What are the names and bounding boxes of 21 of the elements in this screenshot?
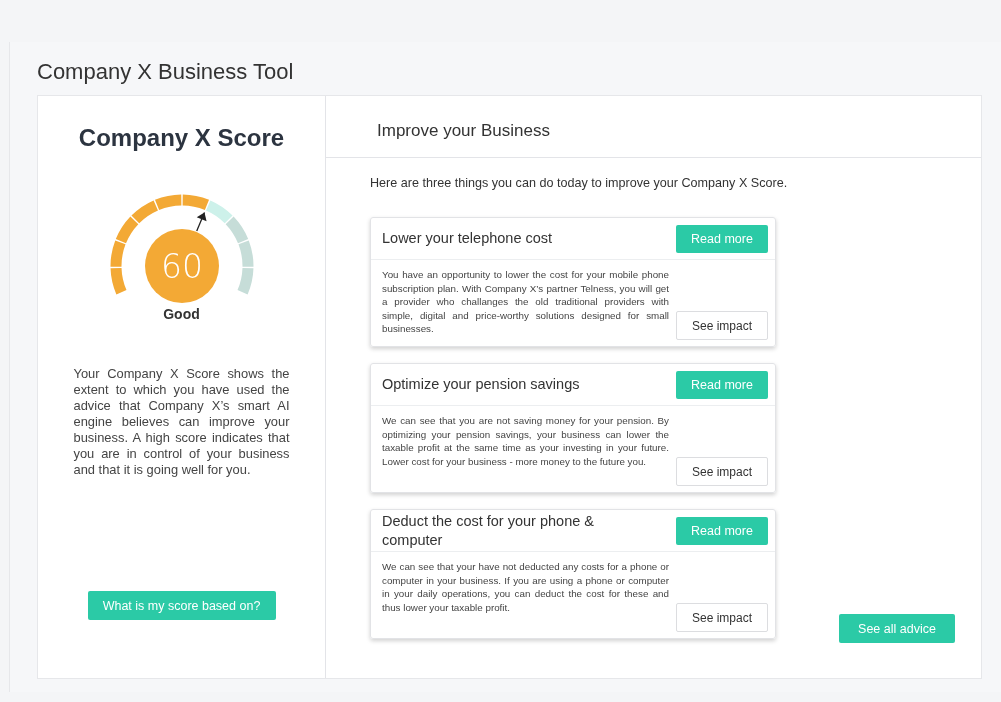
read-more-button[interactable]: Read more (676, 224, 768, 253)
read-more-button[interactable]: Read more (676, 516, 768, 545)
score-title: Company X Score (78, 124, 285, 152)
see-all-advice-button[interactable]: See all advice (839, 614, 955, 643)
see-impact-button[interactable]: See impact (676, 457, 768, 486)
advice-title: Lower your telephone cost (382, 229, 554, 248)
advice-text: You have an opportunity to lower the cost for your mobile phone subscription plan. With Company X’s partner Telness, you will get a provider who challanges the old traditional providers with simple, digital and price-worthy solutions designed for small businesses. (382, 268, 669, 336)
score-description: Your Company X Score shows the extent to which you have used the advice that Company X’s smart AI engine believes can improve your business. A high score indicates that you are in control of your business and that it is going well for you. (73, 366, 290, 478)
page-title: Company X Business Tool (37, 58, 295, 86)
score-basis-button[interactable]: What is my score based on? (87, 591, 276, 620)
read-more-button[interactable]: Read more (676, 370, 768, 399)
advice-intro: Here are three things you can do today to improve your Company X Score. (370, 176, 789, 190)
see-impact-button[interactable]: See impact (676, 311, 768, 340)
score-rating: Good (163, 306, 200, 322)
score-value: 60 (160, 247, 203, 286)
advice-text: We can see that your have not deducted any costs for a phone or computer in your business. If you are using a phone or computer in your daily operations, you can deduct the cost for these and thus lower your taxable profit. (382, 560, 669, 614)
advice-text: We can see that you are not saving money for your pension. By optimizing your pension savings, your business can lower the taxable profit at the same time as your investing in your future. Lower cost for your business - more money to the future you. (382, 414, 669, 468)
advice-title: Optimize your pension savings (382, 375, 581, 394)
see-impact-button[interactable]: See impact (676, 603, 768, 632)
advice-title: Deduct the cost for your phone & computer (382, 511, 595, 550)
advice-title: Improve your Business (326, 96, 981, 158)
